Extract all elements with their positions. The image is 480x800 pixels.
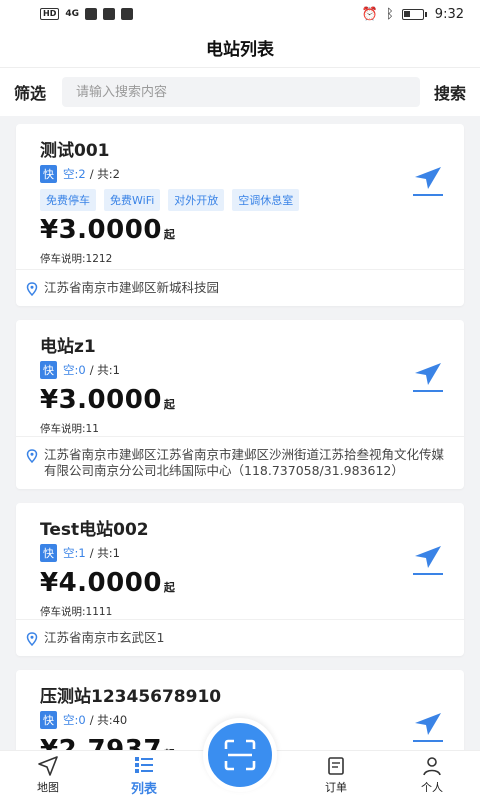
search-row: 筛选 搜索 xyxy=(0,68,480,116)
navigation-arrow-icon xyxy=(415,167,441,189)
price: ¥3.0000 xyxy=(40,215,162,245)
tag-free-wifi: 免费WiFi xyxy=(104,189,161,211)
parking-note: 停车说明:1111 xyxy=(40,606,113,618)
address-text: 江苏省南京市建邺区新城科技园 xyxy=(44,280,220,295)
availability-row: 快 空:1 / 共:1 xyxy=(40,544,440,562)
price: ¥3.0000 xyxy=(40,385,162,415)
tag-lounge: 空调休息室 xyxy=(232,189,300,211)
fast-charge-badge: 快 xyxy=(40,544,57,562)
station-list[interactable]: 测试001 快 空:2 / 共:2 免费停车 免费WiFi 对外开放 空调休息室… xyxy=(0,124,480,750)
tab-profile[interactable]: 个人 xyxy=(384,750,480,800)
navigation-arrow-icon xyxy=(415,546,441,568)
clock-time: 9:32 xyxy=(434,6,464,22)
person-icon xyxy=(423,757,441,776)
station-name: 电站z1 xyxy=(40,337,96,357)
location-pin-icon xyxy=(26,282,38,296)
station-name: Test电站002 xyxy=(40,520,149,540)
price-row: ¥4.0000 起 xyxy=(40,568,440,598)
station-card[interactable]: Test电站002 快 空:1 / 共:1 ¥4.0000 起 停车说明:111… xyxy=(16,503,464,656)
total-count: / 共:1 xyxy=(89,363,120,377)
bluetooth-icon: ᛒ xyxy=(385,6,394,22)
status-bar: HD 4G ⏰ ᛒ 9:32 xyxy=(0,0,480,28)
parking-note: 停车说明:1212 xyxy=(40,253,113,265)
navigate-button[interactable] xyxy=(412,712,444,746)
scan-button[interactable] xyxy=(203,718,277,792)
hd-indicator: HD xyxy=(40,8,60,20)
page-title: 电站列表 xyxy=(0,28,480,68)
battery-icon xyxy=(401,8,424,20)
address-text: 江苏省南京市建邺区江苏省南京市建邺区沙洲街道江苏拾叁视角文化传媒有限公司南京分公… xyxy=(44,447,445,478)
available-count: 空:0 xyxy=(63,713,86,727)
price-suffix: 起 xyxy=(163,581,175,594)
available-count: 空:1 xyxy=(63,546,86,560)
tab-label: 地图 xyxy=(37,781,59,794)
total-count: / 共:2 xyxy=(89,167,120,181)
station-name: 测试001 xyxy=(40,141,110,161)
availability-row: 快 空:2 / 共:2 xyxy=(40,165,440,183)
total-count: / 共:1 xyxy=(89,546,120,560)
price: ¥2.7937 xyxy=(40,735,162,750)
location-pin-icon xyxy=(26,449,38,463)
network-indicator: 4G xyxy=(65,9,79,19)
fast-charge-badge: 快 xyxy=(40,361,57,379)
total-count: / 共:40 xyxy=(89,713,128,727)
navigate-button[interactable] xyxy=(412,362,444,396)
navigate-button[interactable] xyxy=(412,545,444,579)
navigate-button[interactable] xyxy=(412,166,444,200)
tag-public: 对外开放 xyxy=(168,189,225,211)
station-card[interactable]: 测试001 快 空:2 / 共:2 免费停车 免费WiFi 对外开放 空调休息室… xyxy=(16,124,464,306)
scan-icon xyxy=(224,739,256,771)
tab-orders[interactable]: 订单 xyxy=(288,750,384,800)
tab-label: 列表 xyxy=(130,781,157,797)
tab-label: 订单 xyxy=(325,781,347,794)
tab-list[interactable]: 列表 xyxy=(96,750,192,800)
search-input[interactable] xyxy=(62,77,420,107)
tag-free-parking: 免费停车 xyxy=(40,189,96,211)
status-left-icons: HD 4G xyxy=(40,8,133,20)
price-suffix: 起 xyxy=(163,398,175,411)
order-icon xyxy=(328,757,344,775)
station-card[interactable]: 电站z1 快 空:0 / 共:1 ¥3.0000 起 停车说明:11 江苏省南京… xyxy=(16,320,464,489)
available-count: 空:2 xyxy=(63,167,86,181)
location-pin-icon xyxy=(26,632,38,646)
app-notification-icon xyxy=(85,8,97,20)
navigate-underline xyxy=(413,390,443,392)
price-row: ¥3.0000 起 xyxy=(40,215,440,245)
station-address[interactable]: 江苏省南京市建邺区江苏省南京市建邺区沙洲街道江苏拾叁视角文化传媒有限公司南京分公… xyxy=(16,436,464,489)
navigation-arrow-icon xyxy=(415,713,441,735)
search-button[interactable]: 搜索 xyxy=(434,80,466,104)
navigate-underline xyxy=(413,740,443,742)
fast-charge-badge: 快 xyxy=(40,711,57,729)
status-right-icons: ⏰ ᛒ 9:32 xyxy=(362,7,464,22)
price-row: ¥3.0000 起 xyxy=(40,385,440,415)
address-text: 江苏省南京市玄武区1 xyxy=(44,630,165,645)
price-suffix: 起 xyxy=(163,228,175,241)
amenity-tags: 免费停车 免费WiFi 对外开放 空调休息室 xyxy=(40,189,440,211)
station-address[interactable]: 江苏省南京市建邺区新城科技园 xyxy=(16,269,464,306)
price: ¥4.0000 xyxy=(40,568,162,598)
list-icon xyxy=(135,756,153,773)
map-navigation-icon xyxy=(38,756,58,776)
tab-map[interactable]: 地图 xyxy=(0,750,96,800)
chat-notification-icon xyxy=(103,8,115,20)
alarm-icon: ⏰ xyxy=(361,6,378,22)
station-address[interactable]: 江苏省南京市玄武区1 xyxy=(16,619,464,656)
fast-charge-badge: 快 xyxy=(40,165,57,183)
navigate-underline xyxy=(413,573,443,575)
filter-button[interactable]: 筛选 xyxy=(14,80,46,104)
parking-note: 停车说明:11 xyxy=(40,423,99,435)
available-count: 空:0 xyxy=(63,363,86,377)
availability-row: 快 空:0 / 共:1 xyxy=(40,361,440,379)
battery-cap xyxy=(424,11,427,17)
navigation-arrow-icon xyxy=(415,363,441,385)
message-notification-icon xyxy=(121,8,133,20)
station-name: 压测站12345678910 xyxy=(40,687,222,707)
tab-label: 个人 xyxy=(421,781,443,794)
navigate-underline xyxy=(413,194,443,196)
